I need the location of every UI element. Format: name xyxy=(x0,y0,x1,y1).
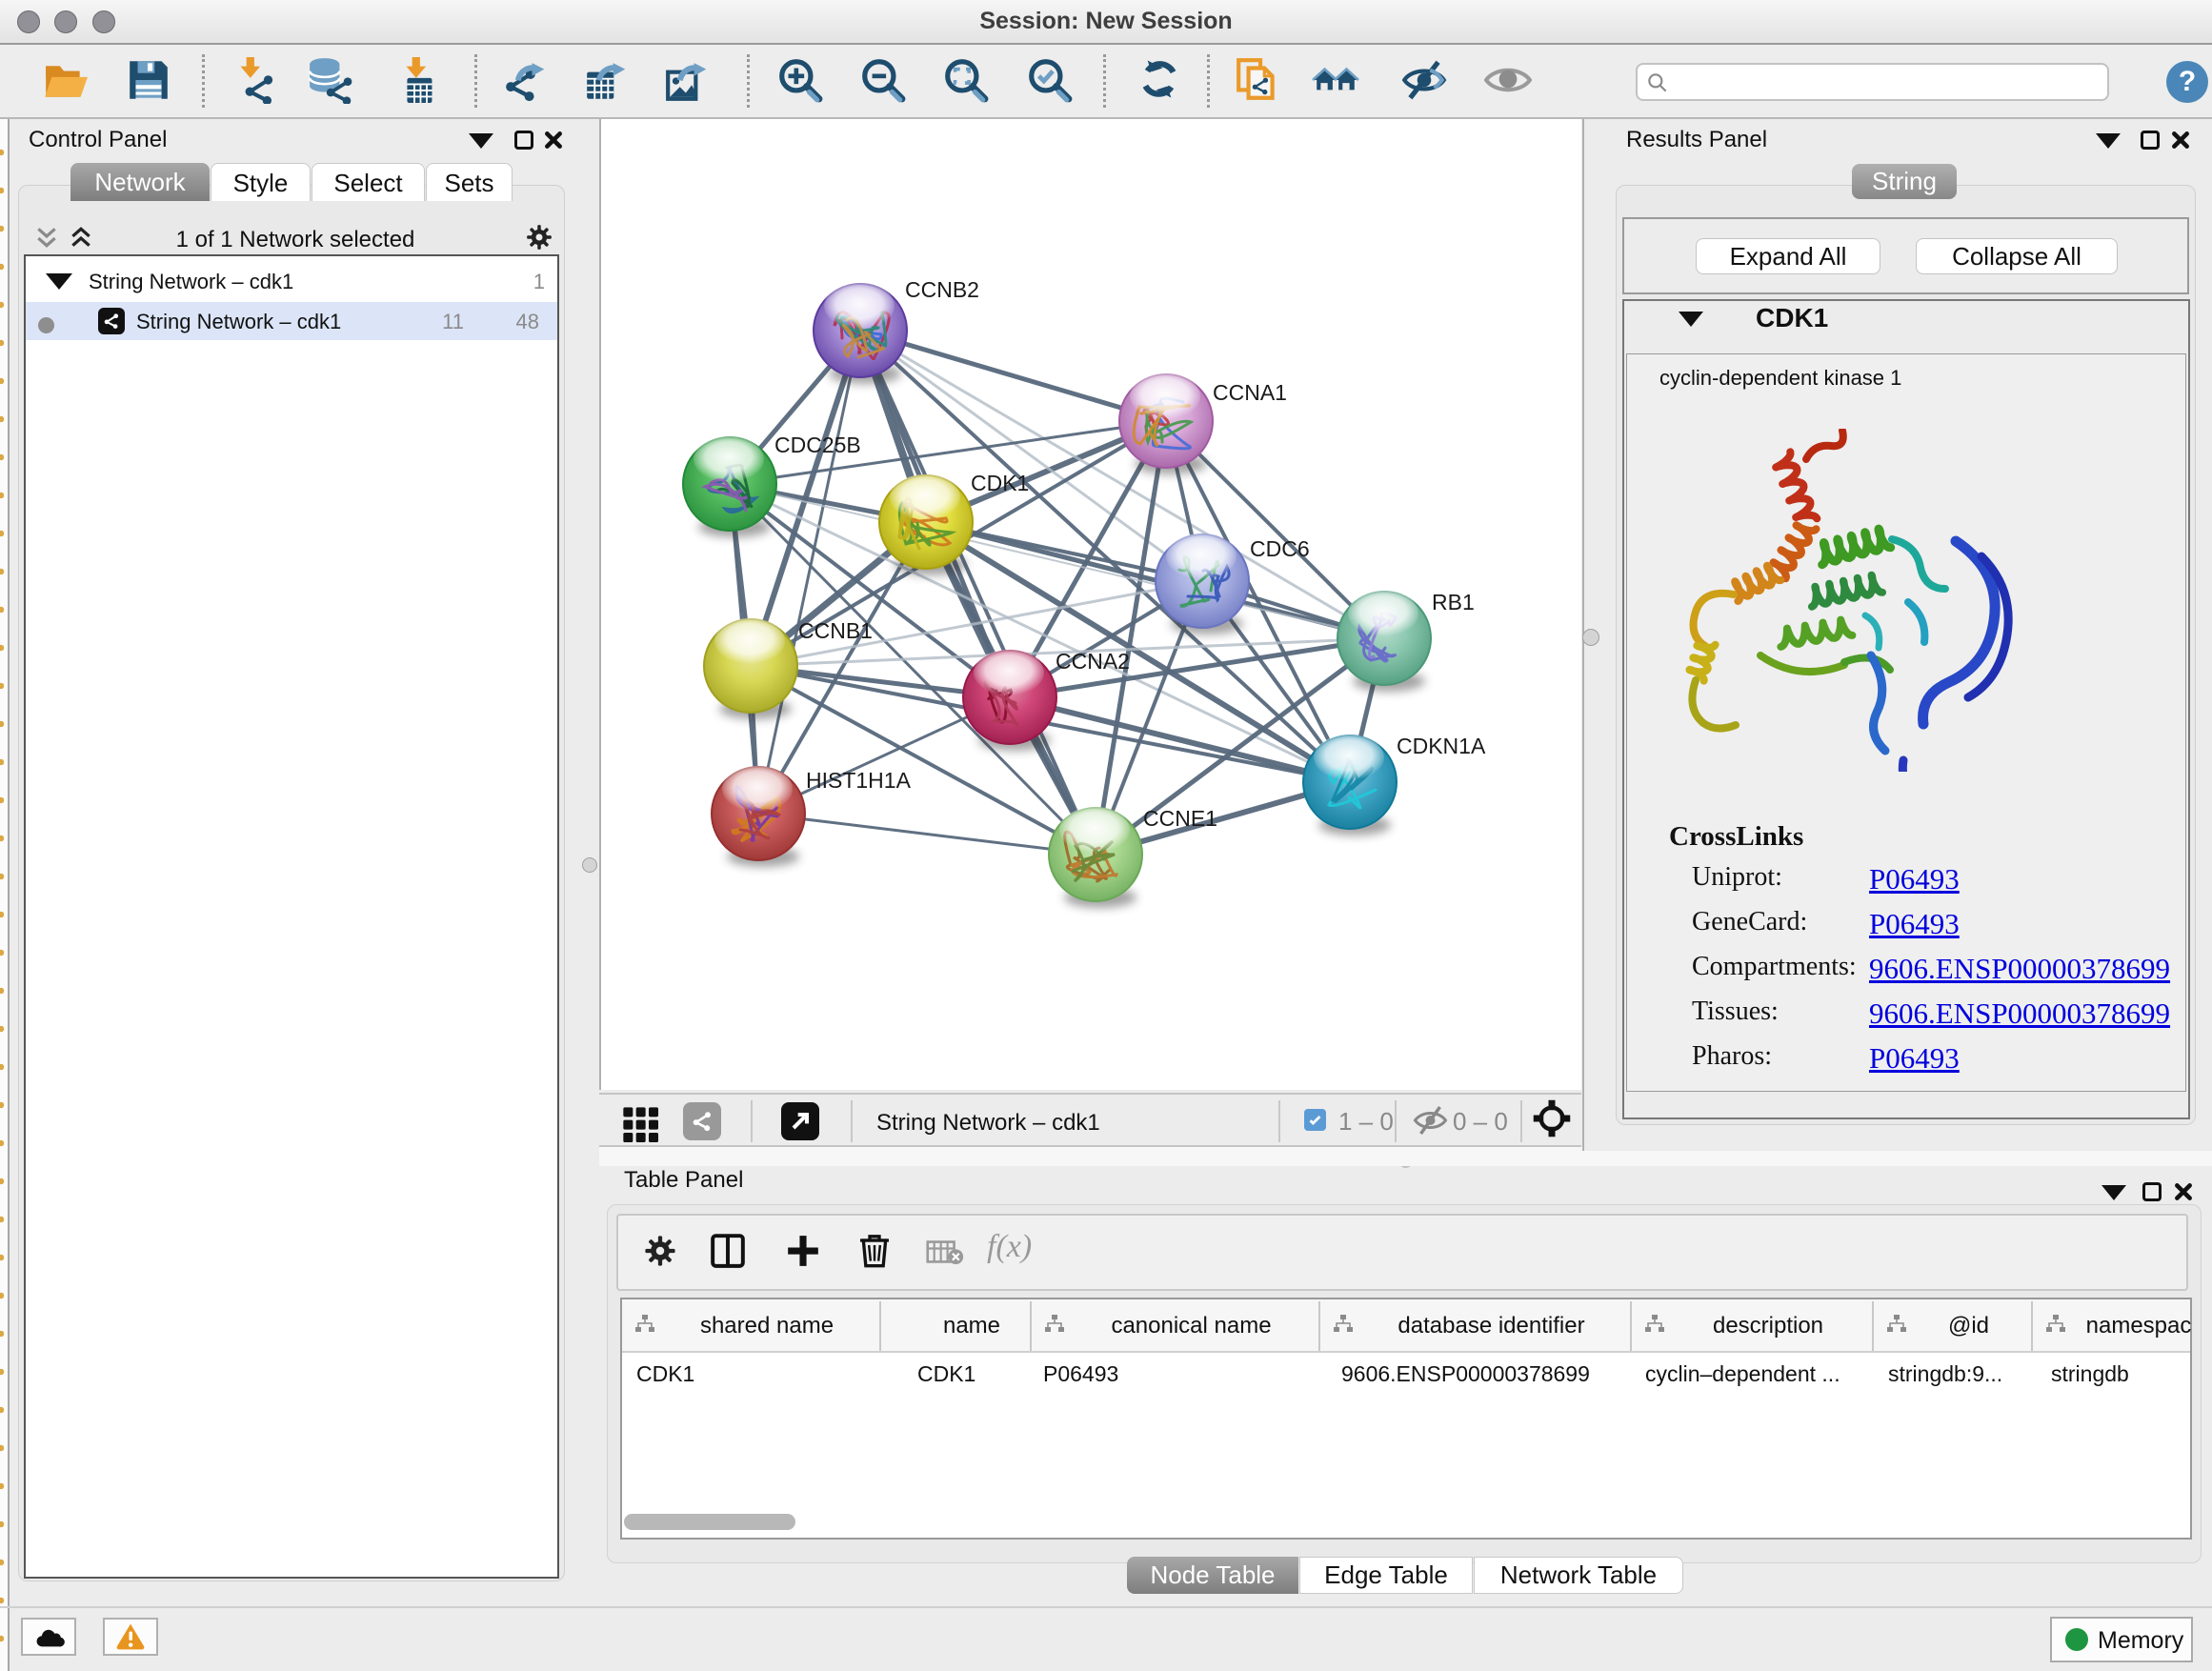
svg-text:CCNE1: CCNE1 xyxy=(1143,806,1217,831)
svg-text:CDC6: CDC6 xyxy=(1250,536,1310,561)
svg-text:CDK1: CDK1 xyxy=(971,471,1029,495)
svg-text:CDC25B: CDC25B xyxy=(774,433,861,457)
svg-text:CCNB1: CCNB1 xyxy=(798,618,873,643)
svg-text:CCNA2: CCNA2 xyxy=(1056,649,1130,674)
svg-text:CDKN1A: CDKN1A xyxy=(1397,734,1486,758)
svg-text:CCNA1: CCNA1 xyxy=(1213,380,1287,405)
svg-text:CCNB2: CCNB2 xyxy=(905,277,979,302)
svg-text:RB1: RB1 xyxy=(1432,590,1475,614)
svg-text:HIST1H1A: HIST1H1A xyxy=(806,768,912,793)
